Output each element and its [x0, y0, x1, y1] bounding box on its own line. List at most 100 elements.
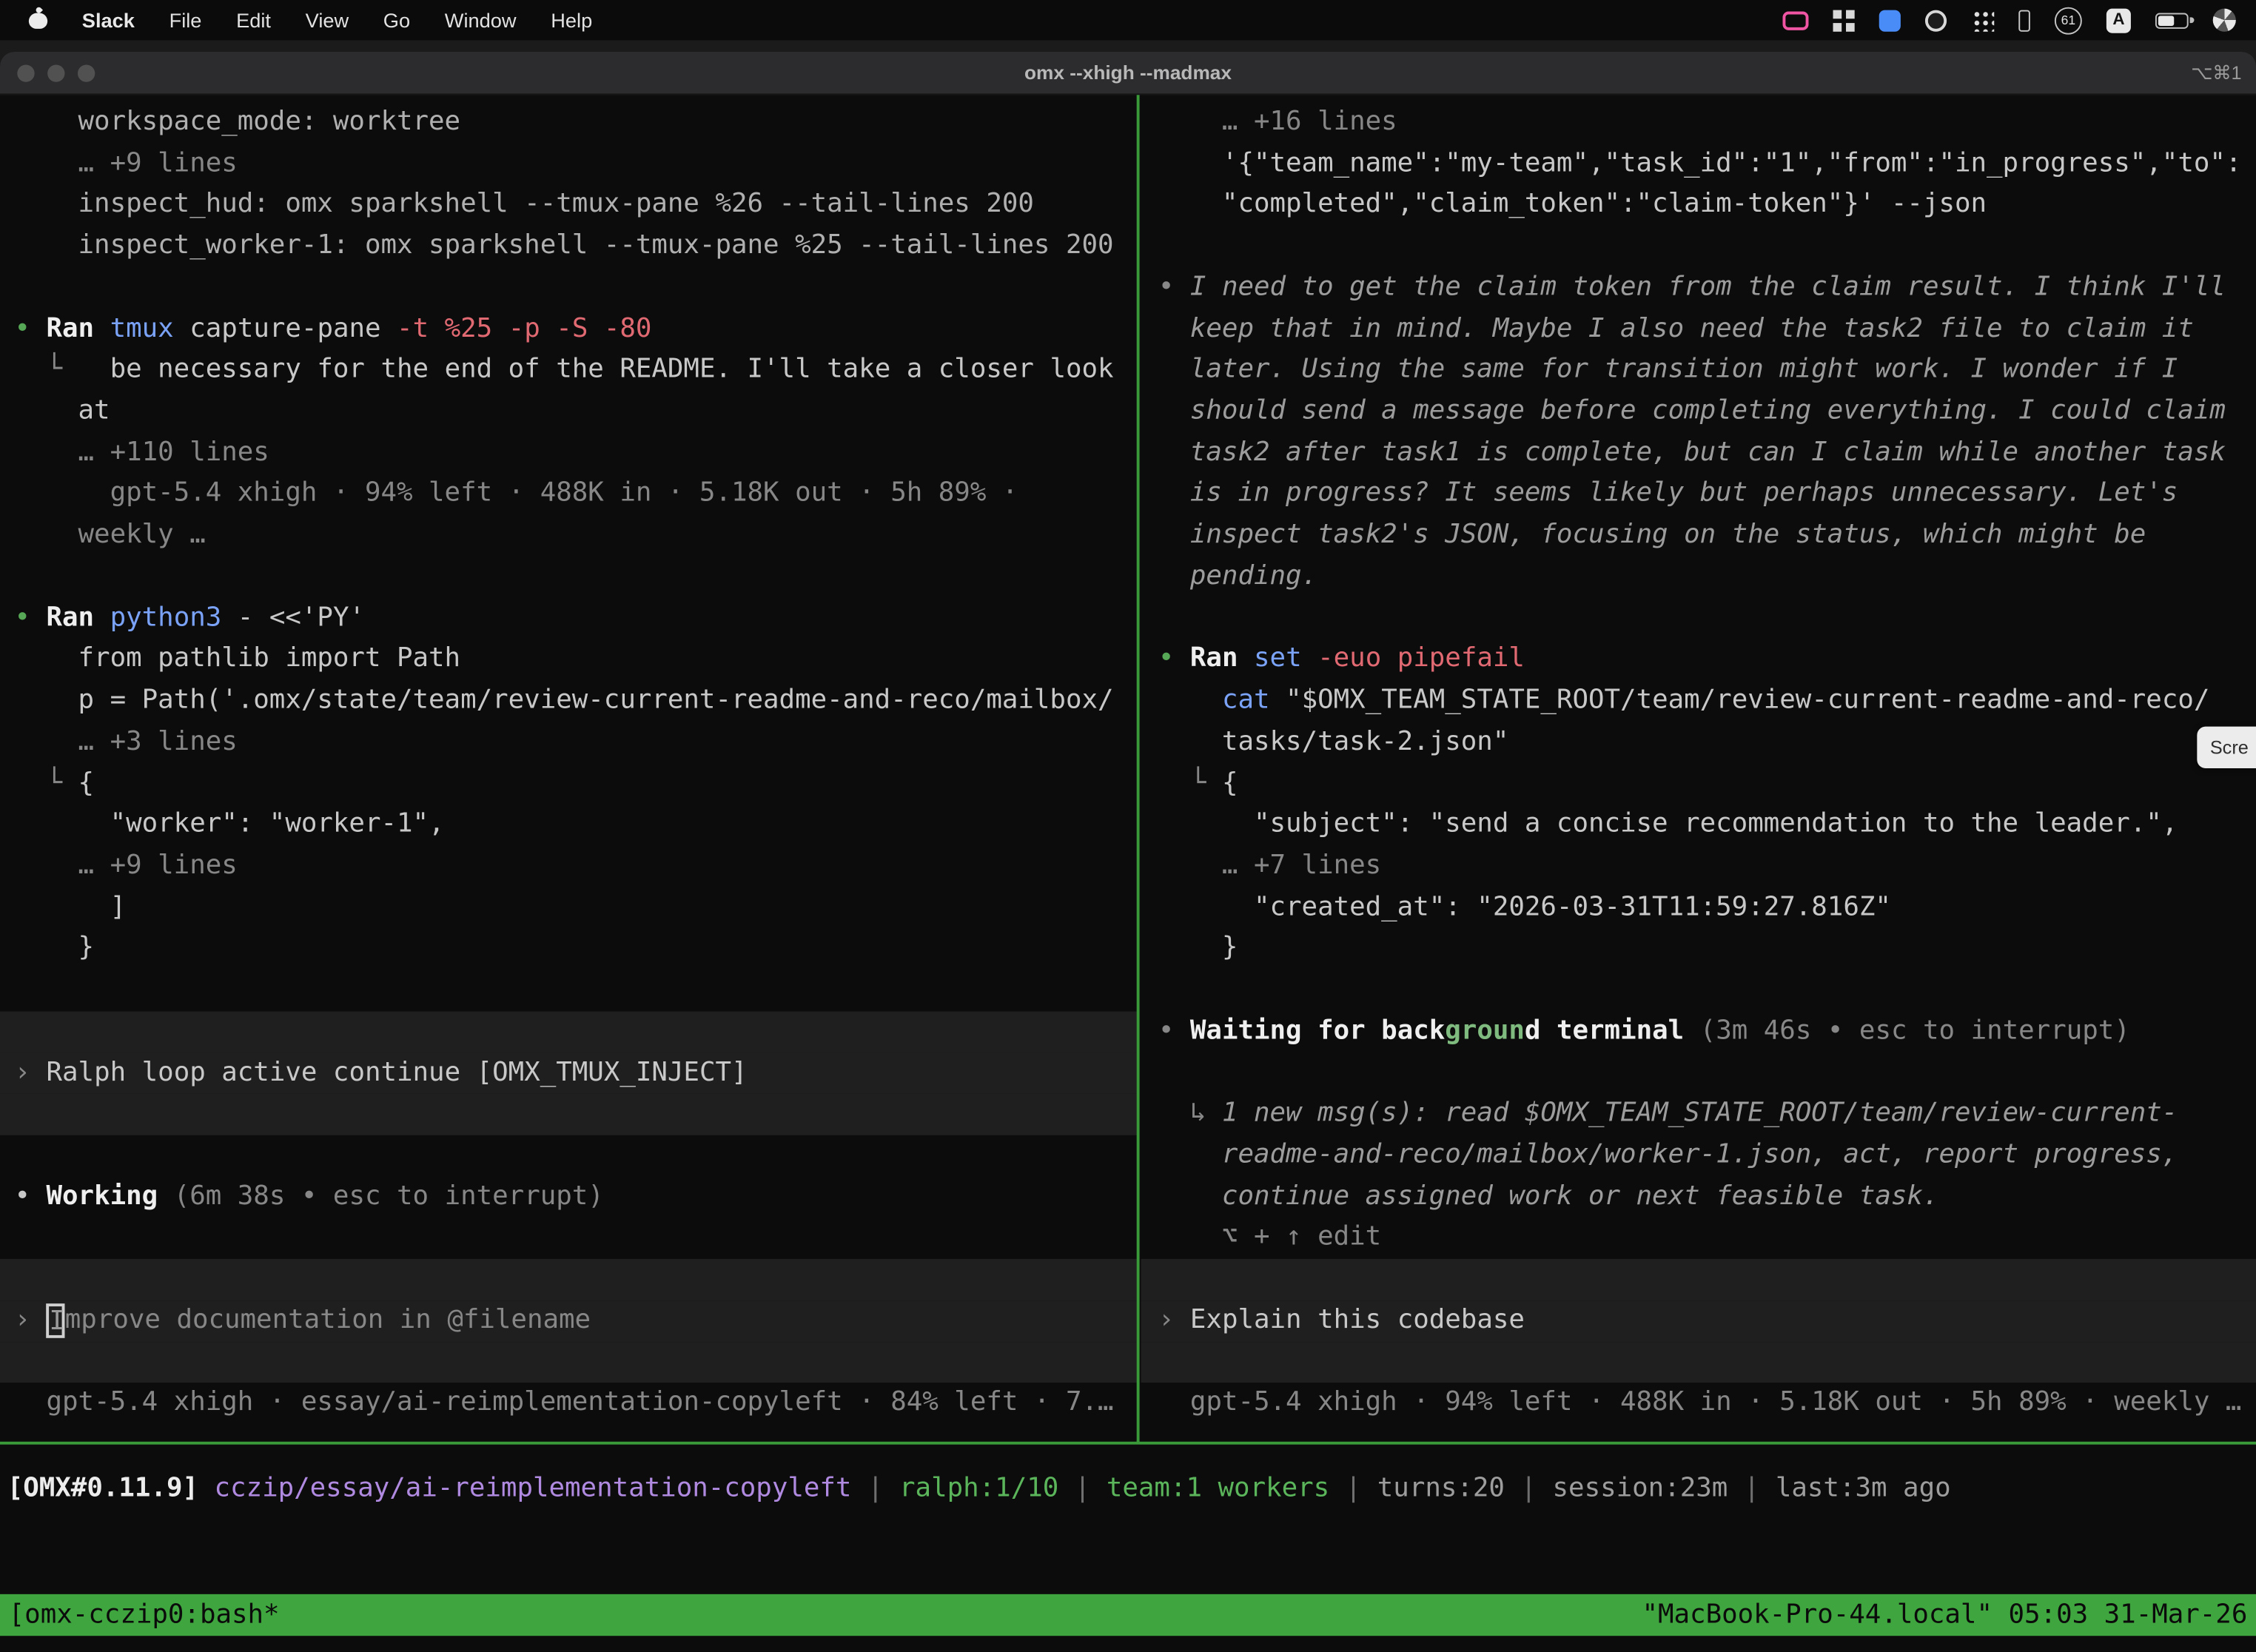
menu-item-go[interactable]: Go	[383, 9, 410, 32]
text-run: … +9 lines	[14, 148, 237, 178]
text-run: at	[14, 396, 110, 426]
terminal-line	[1141, 598, 2256, 639]
window-grid-icon[interactable]	[1833, 10, 1842, 19]
terminal-line: task2 after task1 is complete, but can I…	[1141, 433, 2256, 474]
terminal-line: └ be necessary for the end of the README…	[0, 350, 1137, 392]
text-run: -t %25 -p -S -80	[397, 313, 651, 343]
prompt-input[interactable]: › Improve documentation in @filename	[0, 1300, 1137, 1342]
battery-icon[interactable]	[2155, 13, 2189, 28]
tmux-session-window[interactable]: [omx-cczip0:bash*	[9, 1594, 280, 1636]
screen-notification-popup[interactable]: Scre	[2197, 727, 2256, 768]
text-run: '{"team_name":"my-team","task_id":"1","f…	[1158, 148, 2242, 178]
menu-item-file[interactable]: File	[169, 9, 202, 32]
terminal-line	[0, 1342, 1137, 1383]
terminal-line: p = Path('.omx/state/team/review-current…	[0, 681, 1137, 722]
terminal-line: readme-and-reco/mailbox/worker-1.json, a…	[1141, 1135, 2256, 1177]
fan-icon[interactable]	[2213, 9, 2236, 32]
menu-item-view[interactable]: View	[306, 9, 349, 32]
slim-device-icon[interactable]	[2018, 10, 2030, 31]
text-run: 1 new msg(s): read $OMX_TEAM_STATE_ROOT/…	[1222, 1098, 2178, 1129]
terminal-line: at	[0, 392, 1137, 433]
text-run: from pathlib import Path	[14, 644, 460, 674]
text-run: inspect_worker-1: omx sparkshell --tmux-…	[14, 230, 1113, 261]
menu-app-name[interactable]: Slack	[82, 9, 135, 32]
text-run: •	[1158, 272, 1190, 302]
terminal-line	[1141, 970, 2256, 1011]
text-run: -euo pipefail	[1317, 644, 1525, 674]
terminal-pane-left[interactable]: workspace_mode: worktree … +9 lines insp…	[0, 102, 1137, 1424]
mailbox-notice: ↳ 1 new msg(s): read $OMX_TEAM_STATE_ROO…	[1141, 1094, 2256, 1135]
text-run: groun	[1445, 1015, 1525, 1046]
menu-item-window[interactable]: Window	[445, 9, 517, 32]
terminal-line: later. Using the same for transition mig…	[1141, 350, 2256, 392]
text-run: - <<'PY'	[238, 602, 365, 633]
zoom-button[interactable]	[78, 64, 95, 81]
text-run: •	[1158, 1015, 1190, 1046]
terminal-line: tasks/task-2.json"	[1141, 722, 2256, 763]
terminal-line: pending.	[1141, 557, 2256, 598]
terminal-line: is in progress? It seems likely but perh…	[1141, 474, 2256, 515]
menu-item-help[interactable]: Help	[551, 9, 592, 32]
text-run: |	[1505, 1474, 1553, 1504]
text-run: … +9 lines	[14, 850, 237, 881]
command-line: • Ran python3 - <<'PY'	[0, 598, 1137, 639]
text-run: gpt-5.4 xhigh · 94% left · 488K in · 5.1…	[1158, 1387, 2242, 1417]
text-run: p = Path('.omx/state/team/review-current…	[14, 685, 1113, 715]
terminal-line: … +7 lines	[1141, 846, 2256, 887]
apple-menu[interactable]	[29, 7, 47, 33]
terminal-line	[0, 267, 1137, 309]
blue-app-icon[interactable]	[1879, 10, 1901, 31]
terminal-line	[0, 1135, 1137, 1177]
minimize-button[interactable]	[47, 64, 64, 81]
text-run: "subject": "send a concise recommendatio…	[1158, 809, 2178, 839]
text-run: (6m 38s • esc to interrupt)	[174, 1181, 604, 1211]
terminal-line: cat "$OMX_TEAM_STATE_ROOT/team/review-cu…	[1141, 681, 2256, 722]
terminal-line: continue assigned work or next feasible …	[1141, 1177, 2256, 1218]
terminal-line: workspace_mode: worktree	[0, 102, 1137, 144]
text-run: [OMX#0.11.9]	[7, 1474, 215, 1504]
terminal-line: should send a message before completing …	[1141, 392, 2256, 433]
text-run: Ran	[47, 602, 110, 633]
close-button[interactable]	[17, 64, 34, 81]
command-line: • Ran tmux capture-pane -t %25 -p -S -80	[0, 309, 1137, 350]
text-run: session:23m	[1553, 1474, 1728, 1504]
text-run: weekly …	[14, 520, 205, 550]
traffic-lights	[17, 64, 95, 81]
text-run: └	[14, 355, 110, 385]
prompt-suggestion[interactable]: › Explain this codebase	[1141, 1300, 2256, 1342]
text-run: be necessary for the end of the README. …	[110, 355, 1114, 385]
terminal-line: from pathlib import Path	[0, 639, 1137, 681]
text-run: … +3 lines	[14, 726, 237, 756]
text-run: •	[1158, 644, 1190, 674]
text-run: |	[1329, 1474, 1377, 1504]
dot-grid-icon[interactable]	[1971, 9, 1994, 32]
terminal-pane-right[interactable]: … +16 lines '{"team_name":"my-team","tas…	[1141, 102, 2256, 1424]
terminal-line	[0, 557, 1137, 598]
terminal-line: }	[0, 929, 1137, 970]
text-run: keep that in mind. Maybe I also need the…	[1158, 313, 2194, 343]
ralph-loop-notice: › Ralph loop active continue [OMX_TMUX_I…	[0, 1052, 1137, 1094]
terminal-line: └ {	[0, 763, 1137, 805]
battery-percent-badge[interactable]: 61	[2055, 7, 2082, 34]
terminal-line: }	[1141, 929, 2256, 970]
menu-item-edit[interactable]: Edit	[236, 9, 271, 32]
text-run: ›	[1158, 1305, 1190, 1335]
terminal-line: … +16 lines	[1141, 102, 2256, 144]
text-run: └	[14, 768, 78, 798]
text-run: set	[1254, 644, 1317, 674]
terminal-line: inspect_hud: omx sparkshell --tmux-pane …	[0, 185, 1137, 226]
text-run: Working	[47, 1181, 174, 1211]
pane-divider-horizontal	[0, 1442, 2256, 1445]
text-run: "$OMX_TEAM_STATE_ROOT/team/review-curren…	[1286, 685, 2209, 715]
text-run: |	[1058, 1474, 1107, 1504]
screen-sharing-icon[interactable]	[1782, 11, 1808, 30]
input-source-icon[interactable]: A	[2106, 8, 2131, 33]
text-run: should send a message before completing …	[1158, 396, 2226, 426]
text-run: Explain this codebase	[1190, 1305, 1525, 1335]
text-run: continue assigned work or next feasible …	[1158, 1181, 1939, 1211]
text-run: capture-pane	[189, 313, 397, 343]
terminal-line	[1141, 1259, 2256, 1300]
text-run: … +7 lines	[1158, 850, 1381, 881]
swirl-app-icon[interactable]	[1925, 10, 1947, 31]
window-title-bar[interactable]: omx --xhigh --madmax ⌥⌘1	[0, 52, 2256, 95]
